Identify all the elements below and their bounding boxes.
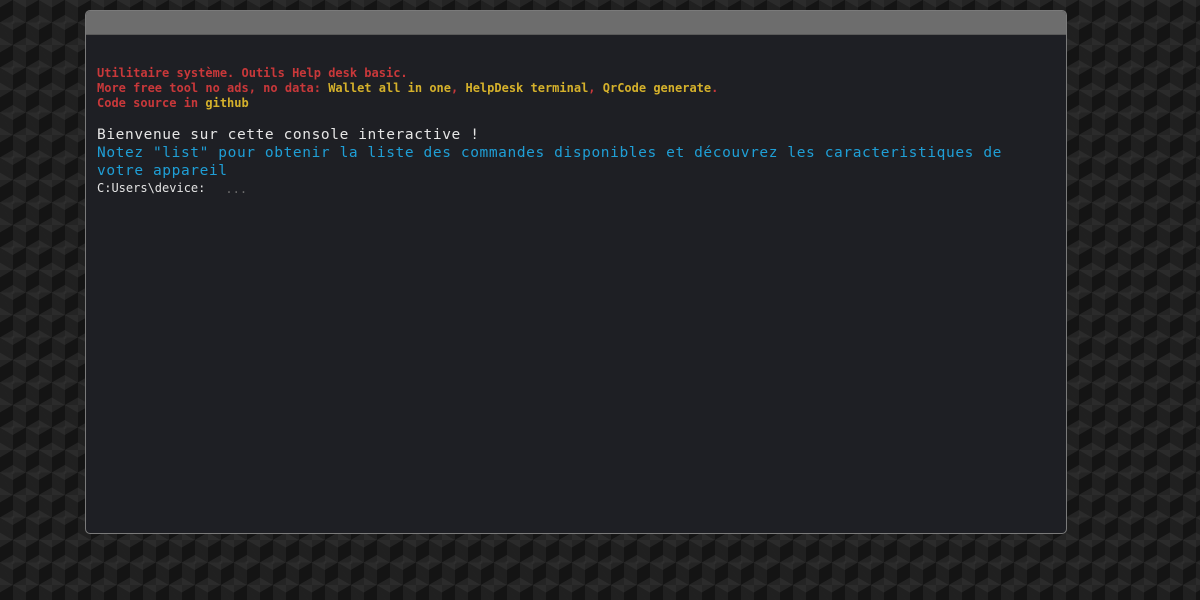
info-line-source: Code source in github: [97, 96, 1055, 111]
info-block: Utilitaire système. Outils Help desk bas…: [97, 66, 1055, 111]
welcome-block: Bienvenue sur cette console interactive …: [97, 126, 1055, 180]
terminal-body: Utilitaire système. Outils Help desk bas…: [86, 35, 1066, 197]
free-tools-prefix: More free tool no ads, no data:: [97, 81, 329, 95]
free-tools-suffix: .: [711, 81, 719, 95]
separator: ,: [588, 81, 603, 95]
prompt-line: C:Users\device:: [97, 180, 1055, 197]
info-line-utility: Utilitaire système. Outils Help desk bas…: [97, 66, 408, 80]
terminal-window: Utilitaire système. Outils Help desk bas…: [85, 10, 1067, 534]
command-input[interactable]: [225, 181, 826, 196]
prompt-label: C:Users\device:: [97, 181, 206, 195]
title-bar[interactable]: [86, 11, 1066, 35]
hint-message: Notez "list" pour obtenir la liste des c…: [97, 145, 1002, 179]
info-line-free-tools: More free tool no ads, no data: Wallet a…: [97, 81, 1055, 96]
github-link[interactable]: github: [205, 96, 248, 110]
helpdesk-terminal-link[interactable]: HelpDesk terminal: [465, 81, 588, 95]
qrcode-link[interactable]: QrCode generate: [603, 81, 711, 95]
wallet-link[interactable]: Wallet all in one: [328, 81, 451, 95]
source-prefix: Code source in: [97, 96, 206, 110]
separator: ,: [451, 81, 466, 95]
welcome-message: Bienvenue sur cette console interactive …: [97, 127, 480, 143]
